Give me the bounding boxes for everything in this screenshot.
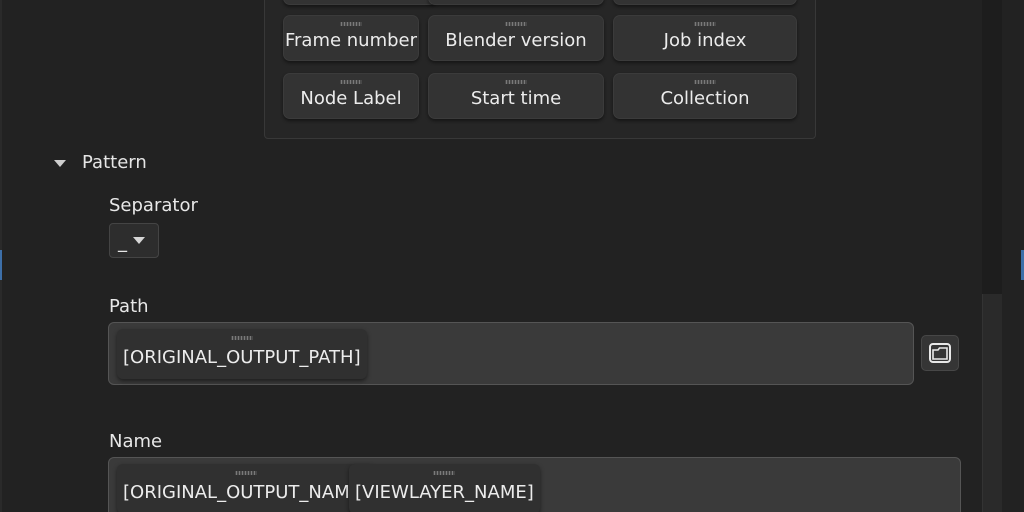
- token-job-index[interactable]: Job index: [613, 15, 797, 61]
- name-input[interactable]: [ORIGINAL_OUTPUT_NAME] [VIEWLAYER_NAME]: [108, 457, 961, 512]
- separator-value: _: [118, 232, 127, 253]
- drag-grip-icon: [505, 22, 527, 26]
- token-blender-version[interactable]: Blender version: [428, 15, 604, 61]
- folder-icon: [929, 343, 951, 363]
- token-button-hidden-3[interactable]: [613, 0, 797, 5]
- output-settings-panel: Frame number Blender version Job index N…: [0, 0, 1024, 512]
- drag-grip-icon: [340, 22, 362, 26]
- token-collection[interactable]: Collection: [613, 73, 797, 119]
- left-accent: [0, 250, 2, 280]
- browse-folder-button[interactable]: [921, 335, 959, 371]
- token-frame-number[interactable]: Frame number: [283, 15, 419, 61]
- drag-grip-icon: [505, 80, 527, 84]
- tokens-panel: Frame number Blender version Job index N…: [264, 0, 816, 139]
- name-token-chip-output-name[interactable]: [ORIGINAL_OUTPUT_NAME]: [117, 464, 375, 512]
- token-button-hidden-2[interactable]: [428, 0, 604, 5]
- path-input[interactable]: [ORIGINAL_OUTPUT_PATH]: [108, 322, 914, 385]
- path-label: Path: [109, 296, 149, 317]
- token-start-time[interactable]: Start time: [428, 73, 604, 119]
- drag-grip-icon: [694, 80, 716, 84]
- drag-grip-icon: [433, 471, 456, 475]
- pattern-section-title: Pattern: [82, 152, 147, 173]
- drag-grip-icon: [234, 471, 257, 475]
- drag-grip-icon: [230, 336, 253, 340]
- name-token-chip-viewlayer-name[interactable]: [VIEWLAYER_NAME]: [349, 464, 540, 512]
- drag-grip-icon: [340, 80, 362, 84]
- separator-dropdown[interactable]: _: [109, 223, 159, 258]
- token-node-label[interactable]: Node Label: [283, 73, 419, 119]
- scrollbar-thumb[interactable]: [982, 294, 1002, 512]
- chevron-down-icon: [54, 160, 66, 167]
- pattern-section-header[interactable]: Pattern: [54, 152, 147, 173]
- caret-down-icon: [133, 237, 145, 244]
- separator-label: Separator: [109, 195, 198, 216]
- path-token-chip[interactable]: [ORIGINAL_OUTPUT_PATH]: [117, 329, 367, 379]
- name-label: Name: [109, 431, 163, 452]
- token-button-hidden-1[interactable]: [283, 0, 437, 5]
- drag-grip-icon: [694, 22, 716, 26]
